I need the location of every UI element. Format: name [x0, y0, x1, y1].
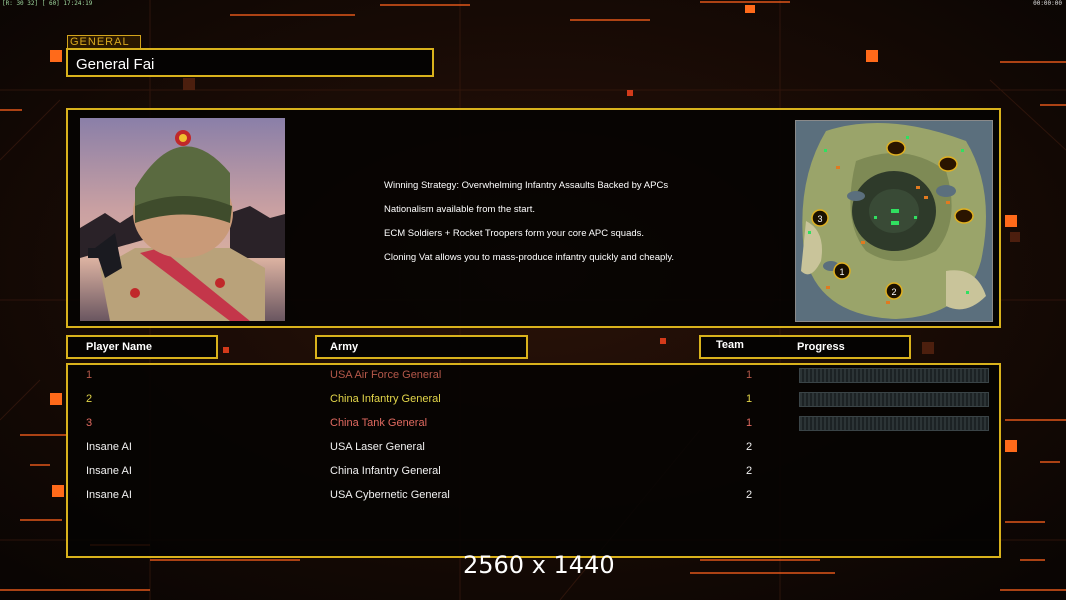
- army-header[interactable]: Army: [315, 335, 528, 359]
- description-line: Winning Strategy: Overwhelming Infantry …: [384, 180, 669, 191]
- general-info-panel: Winning Strategy: Overwhelming Infantry …: [66, 108, 1001, 328]
- team-progress-header: Team Progress: [699, 335, 911, 359]
- player-team: 1: [745, 393, 753, 405]
- player-name: Insane AI: [86, 441, 132, 453]
- strategy-description: Winning Strategy: Overwhelming Infantry …: [384, 180, 674, 276]
- player-name-header[interactable]: Player Name: [66, 335, 218, 359]
- player-team: 1: [745, 369, 753, 381]
- player-name: Insane AI: [86, 465, 132, 477]
- player-progress-bar: [799, 392, 989, 407]
- player-name: 2: [86, 393, 93, 405]
- player-team: 2: [745, 465, 753, 477]
- player-row[interactable]: 2 China Infantry General 1: [68, 389, 999, 409]
- player-list-panel: 1 USA Air Force General 1 2 China Infantry G…: [66, 363, 1001, 558]
- clock-readout: 00:00:00: [1033, 0, 1062, 7]
- player-team: 1: [745, 417, 753, 429]
- player-progress-bar: [799, 416, 989, 431]
- team-header: Team: [716, 339, 744, 351]
- player-row[interactable]: 1 USA Air Force General 1: [68, 365, 999, 385]
- resolution-label: 2560 x 1440: [463, 551, 615, 579]
- player-row[interactable]: Insane AI USA Cybernetic General 2: [68, 485, 999, 505]
- player-army: China Infantry General: [330, 393, 441, 405]
- player-team: 2: [745, 489, 753, 501]
- player-army: USA Laser General: [330, 441, 425, 453]
- general-name-field[interactable]: General Fai: [66, 48, 434, 77]
- status-readout: [R: 30 32] [ 60] 17:24:19: [2, 0, 93, 7]
- start-marker-label: 3: [817, 214, 822, 224]
- start-marker-label: 2: [891, 287, 896, 297]
- description-line: ECM Soldiers + Rocket Troopers form your…: [384, 228, 645, 239]
- player-row[interactable]: 3 China Tank General 1: [68, 413, 999, 433]
- player-army: USA Air Force General: [330, 369, 442, 381]
- player-army: China Tank General: [330, 417, 428, 429]
- general-portrait: [80, 118, 285, 321]
- description-line: Cloning Vat allows you to mass-produce i…: [384, 252, 675, 263]
- start-marker-label: 1: [839, 267, 844, 277]
- player-row[interactable]: Insane AI USA Laser General 2: [68, 437, 999, 457]
- player-name: Insane AI: [86, 489, 132, 501]
- minimap[interactable]: 3 1 2: [795, 120, 993, 322]
- player-name: 1: [86, 369, 93, 381]
- general-tab-label: GENERAL: [67, 35, 141, 49]
- player-team: 2: [745, 441, 753, 453]
- player-progress-bar: [799, 368, 989, 383]
- player-name: 3: [86, 417, 93, 429]
- player-row[interactable]: Insane AI China Infantry General 2: [68, 461, 999, 481]
- player-army: USA Cybernetic General: [330, 489, 450, 501]
- player-army: China Infantry General: [330, 465, 441, 477]
- description-line: Nationalism available from the start.: [384, 204, 536, 215]
- progress-header: Progress: [797, 341, 845, 353]
